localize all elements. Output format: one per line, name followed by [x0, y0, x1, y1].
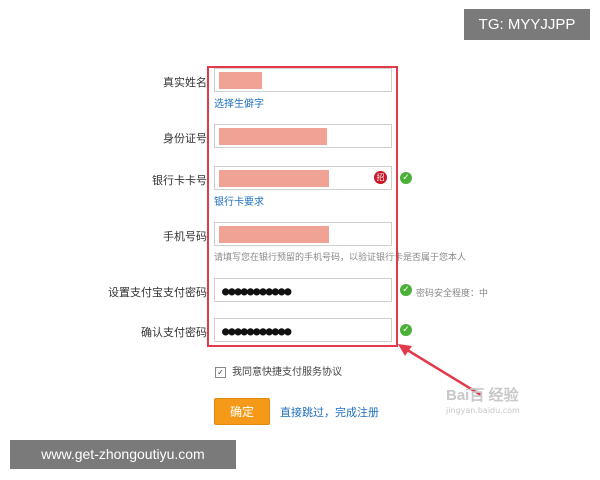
checkbox-icon[interactable]: ✓	[215, 366, 226, 378]
pay-password-label: 设置支付宝支付密码	[108, 286, 207, 299]
valid-check-icon: ✓	[400, 284, 412, 296]
baidu-watermark-url: jingyan.baidu.com	[446, 406, 520, 415]
agreement-label: 我同意快捷支付服务协议	[232, 367, 342, 378]
real-name-label: 真实姓名	[163, 76, 207, 89]
valid-check-icon: ✓	[400, 172, 412, 184]
baidu-watermark: Bai百 经验	[446, 387, 519, 404]
skip-registration-link[interactable]: 直接跳过，完成注册	[280, 404, 379, 420]
valid-check-icon: ✓	[400, 324, 412, 336]
password-strength-hint: 密码安全程度：中	[416, 289, 489, 299]
phone-label: 手机号码	[163, 230, 207, 243]
highlight-box	[207, 66, 398, 347]
confirm-password-label: 确认支付密码	[141, 326, 207, 339]
agreement-checkbox[interactable]: ✓ 我同意快捷支付服务协议	[215, 363, 342, 378]
tg-watermark: TG: MYYJJPP	[464, 9, 590, 40]
bank-card-label: 银行卡卡号	[152, 174, 207, 187]
id-number-label: 身份证号	[163, 132, 207, 145]
confirm-button[interactable]: 确定	[214, 398, 270, 425]
url-watermark: www.get-zhongoutiyu.com	[10, 440, 236, 469]
